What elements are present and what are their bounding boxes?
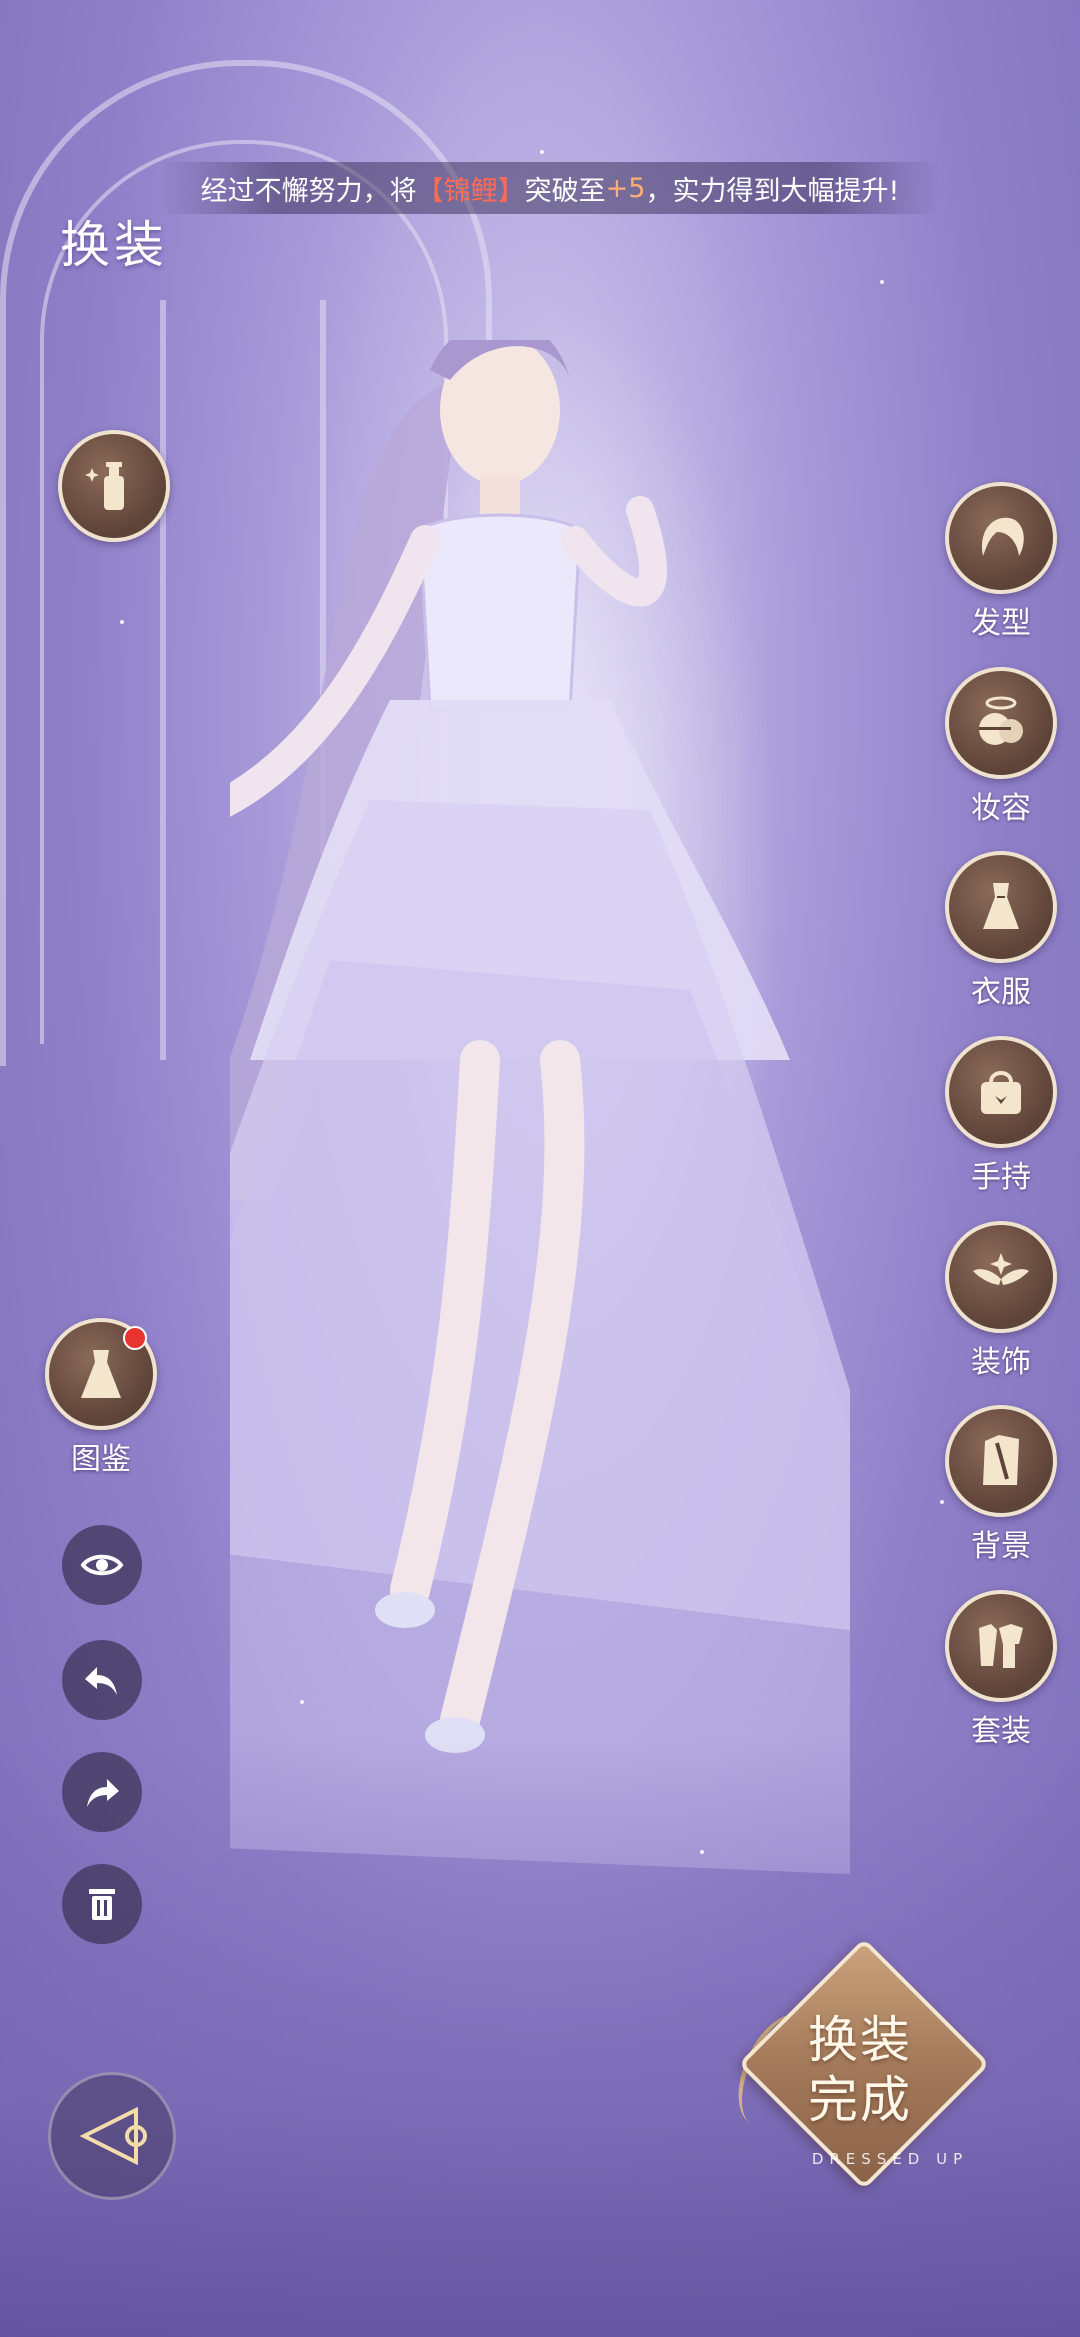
clear-button[interactable] bbox=[62, 1864, 142, 1944]
sparkle bbox=[880, 280, 884, 284]
banner-prefix: 经过不懈努力，将 bbox=[200, 175, 417, 207]
redo-icon bbox=[87, 1779, 119, 1807]
sparkle bbox=[120, 620, 124, 624]
category-label: 衣服 bbox=[971, 975, 1031, 1010]
trash-icon bbox=[89, 1889, 115, 1920]
catalog-button[interactable]: 图鉴 bbox=[40, 1318, 162, 1478]
notification-badge bbox=[123, 1326, 147, 1350]
preview-button[interactable] bbox=[62, 1525, 142, 1605]
catalog-icon-wrap[interactable] bbox=[45, 1318, 157, 1430]
makeup-icon bbox=[979, 696, 1023, 745]
category-handheld[interactable]: 手持 bbox=[940, 1036, 1062, 1196]
redo-button[interactable] bbox=[62, 1752, 142, 1832]
hair-icon bbox=[981, 517, 1024, 556]
triangle-nav-icon bbox=[79, 2106, 147, 2166]
category-label: 背景 bbox=[971, 1529, 1031, 1564]
category-background[interactable]: 背景 bbox=[940, 1405, 1062, 1565]
category-clothes[interactable]: 衣服 bbox=[940, 851, 1062, 1011]
sparkle bbox=[700, 1850, 704, 1854]
banner-item: 【锦鲤】 bbox=[416, 175, 525, 207]
sparkle bbox=[300, 1700, 304, 1704]
outfit-set-icon bbox=[979, 1624, 1023, 1668]
category-label: 手持 bbox=[971, 1160, 1031, 1195]
wings-icon bbox=[973, 1253, 1029, 1285]
bottle-icon bbox=[85, 462, 124, 510]
catalog-label: 图鉴 bbox=[71, 1442, 131, 1477]
category-label: 妆容 bbox=[971, 791, 1031, 826]
sparkle bbox=[540, 150, 544, 154]
category-clothes-button[interactable] bbox=[945, 851, 1057, 963]
category-outfit-set-button[interactable] bbox=[945, 1590, 1057, 1702]
category-handheld-button[interactable] bbox=[945, 1036, 1057, 1148]
banner-level: +5 bbox=[605, 172, 646, 204]
undo-button[interactable] bbox=[62, 1640, 142, 1720]
category-background-button[interactable] bbox=[945, 1405, 1057, 1517]
category-makeup-button[interactable] bbox=[945, 667, 1057, 779]
dressed-up-subtitle: DRESSED UP bbox=[811, 2150, 969, 2168]
eye-icon bbox=[80, 1554, 124, 1576]
handbag-icon bbox=[981, 1071, 1021, 1114]
category-label: 套装 bbox=[971, 1714, 1031, 1749]
dressed-up-line2: 完成 bbox=[808, 2071, 912, 2129]
banner-middle: 突破至 bbox=[524, 175, 606, 207]
dress-catalog-icon bbox=[81, 1350, 121, 1398]
category-label: 装饰 bbox=[971, 1345, 1031, 1380]
camera-nav-button[interactable] bbox=[48, 2072, 176, 2200]
background-icon bbox=[983, 1435, 1019, 1485]
dress-icon bbox=[983, 883, 1019, 929]
category-makeup[interactable]: 妆容 bbox=[940, 667, 1062, 827]
undo-icon bbox=[85, 1667, 117, 1695]
dressed-up-label[interactable]: 换装 完成 bbox=[745, 2010, 975, 2130]
window-bar bbox=[160, 300, 166, 1060]
background-scene bbox=[0, 0, 1080, 2337]
banner-suffix: ，实力得到大幅提升! bbox=[645, 175, 900, 207]
category-outfit-set[interactable]: 套装 bbox=[940, 1590, 1062, 1750]
cosmetic-button[interactable] bbox=[58, 430, 170, 542]
category-accessory[interactable]: 装饰 bbox=[940, 1221, 1062, 1381]
notification-banner: 经过不懈努力，将 【锦鲤】 突破至 +5 ，实力得到大幅提升! bbox=[160, 162, 940, 214]
page-title: 换装 bbox=[60, 216, 168, 274]
category-accessory-button[interactable] bbox=[945, 1221, 1057, 1333]
category-hair[interactable]: 发型 bbox=[940, 482, 1062, 642]
category-label: 发型 bbox=[971, 606, 1031, 641]
category-hair-button[interactable] bbox=[945, 482, 1057, 594]
dressed-up-line1: 换装 bbox=[808, 2011, 912, 2069]
